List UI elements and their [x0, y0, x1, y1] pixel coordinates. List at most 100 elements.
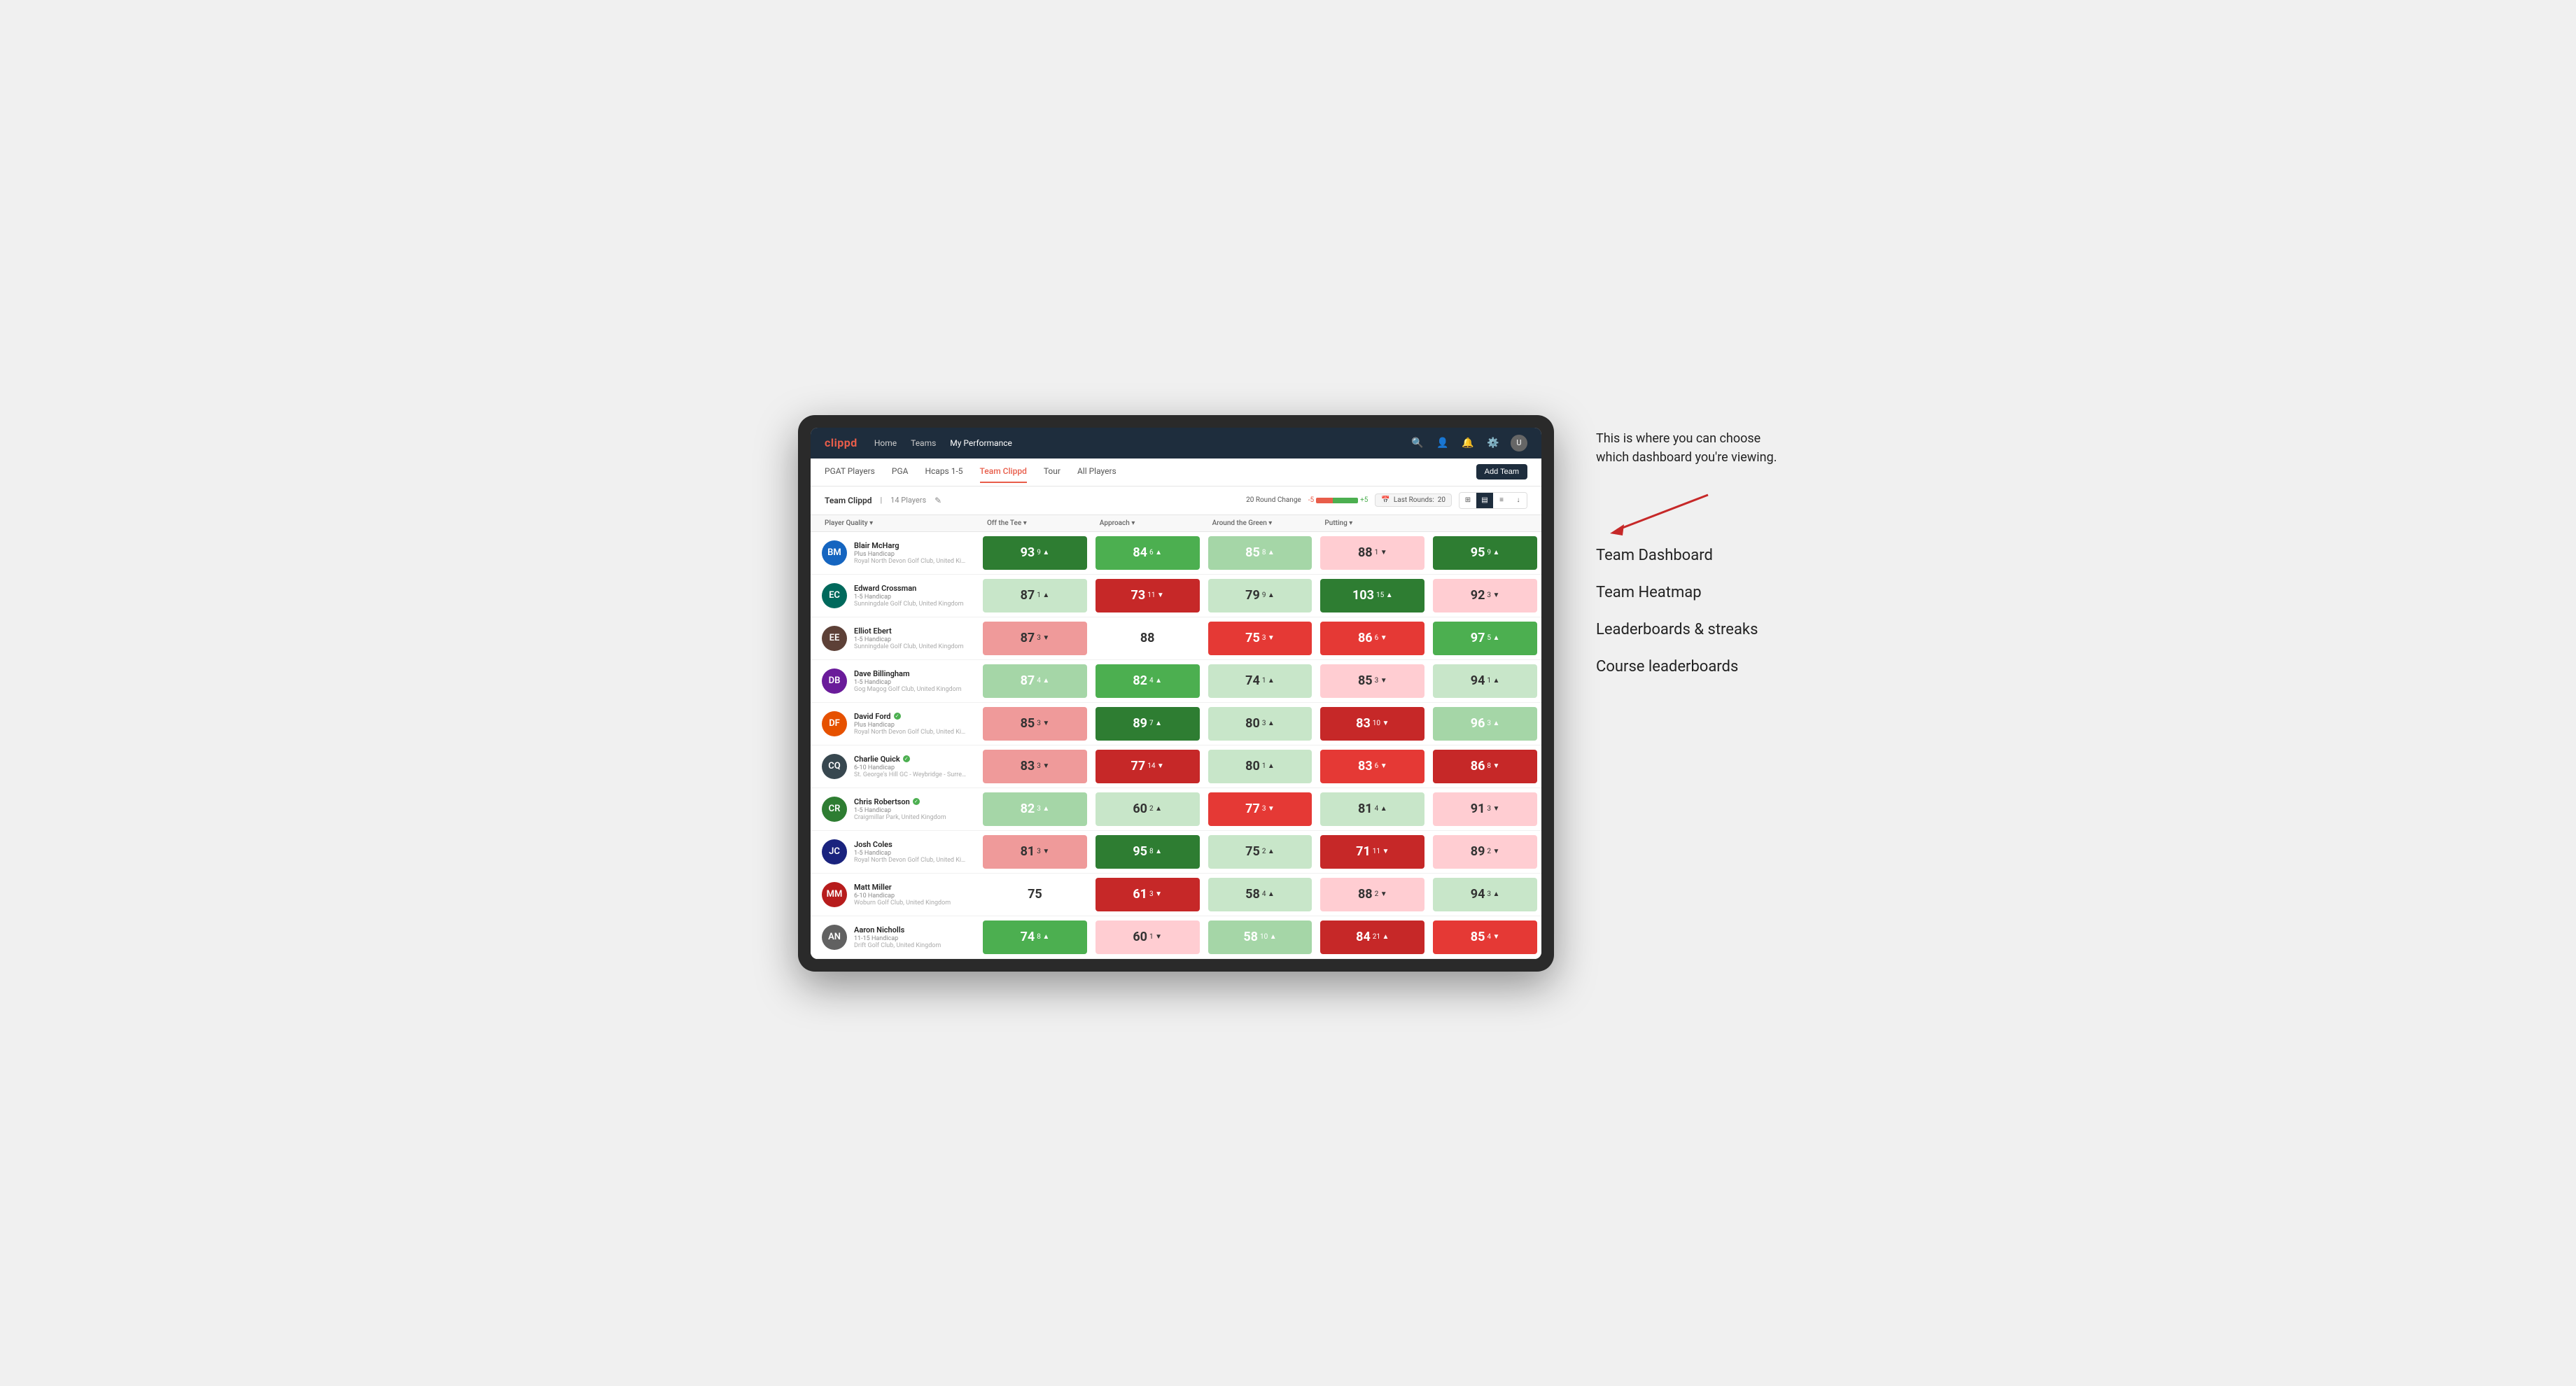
score-box[interactable]: 824 ▲ — [1096, 664, 1200, 698]
score-cell: 813 ▼ — [979, 831, 1091, 873]
score-box[interactable]: 959 ▲ — [1433, 536, 1537, 570]
player-name[interactable]: Josh Coles — [854, 840, 892, 849]
score-sub: 3 ▼ — [1037, 720, 1049, 727]
score-box[interactable]: 858 ▲ — [1208, 536, 1312, 570]
list-view-button[interactable]: ≡ — [1493, 493, 1510, 508]
score-box[interactable]: 943 ▲ — [1433, 878, 1537, 911]
score-box[interactable]: 741 ▲ — [1208, 664, 1312, 698]
score-box[interactable]: 75 — [983, 878, 1087, 911]
menu-item-0[interactable]: Team Dashboard — [1596, 547, 1778, 564]
score-box[interactable]: 897 ▲ — [1096, 707, 1200, 741]
score-box[interactable]: 773 ▼ — [1208, 792, 1312, 826]
table-row[interactable]: EEElliot Ebert1-5 HandicapSunningdale Go… — [811, 617, 1541, 660]
score-box[interactable]: 803 ▲ — [1208, 707, 1312, 741]
score-box[interactable]: 814 ▲ — [1320, 792, 1424, 826]
player-name[interactable]: Dave Billingham — [854, 669, 910, 678]
score-box[interactable]: 7311 ▼ — [1096, 579, 1200, 612]
score-box[interactable]: 939 ▲ — [983, 536, 1087, 570]
score-box[interactable]: 601 ▼ — [1096, 920, 1200, 954]
score-box[interactable]: 881 ▼ — [1320, 536, 1424, 570]
player-name[interactable]: Edward Crossman — [854, 584, 916, 593]
score-box[interactable]: 975 ▲ — [1433, 622, 1537, 655]
score-box[interactable]: 5810 ▲ — [1208, 920, 1312, 954]
edit-icon[interactable]: ✎ — [934, 496, 941, 505]
score-box[interactable]: 813 ▼ — [983, 835, 1087, 869]
score-box[interactable]: 8310 ▼ — [1320, 707, 1424, 741]
table-row[interactable]: ECEdward Crossman1-5 HandicapSunningdale… — [811, 575, 1541, 617]
tab-team-clippd[interactable]: Team Clippd — [980, 466, 1027, 483]
menu-item-2[interactable]: Leaderboards & streaks — [1596, 621, 1778, 638]
tab-tour[interactable]: Tour — [1044, 466, 1060, 483]
score-box[interactable]: 613 ▼ — [1096, 878, 1200, 911]
score-box[interactable]: 801 ▲ — [1208, 750, 1312, 783]
player-name[interactable]: Blair McHarg — [854, 541, 899, 550]
score-sub: 4 ▼ — [1487, 933, 1499, 941]
user-icon[interactable]: 👤 — [1435, 435, 1450, 451]
search-icon[interactable]: 🔍 — [1410, 435, 1425, 451]
score-box[interactable]: 833 ▼ — [983, 750, 1087, 783]
avatar[interactable]: U — [1511, 435, 1527, 451]
bell-icon[interactable]: 🔔 — [1460, 435, 1476, 451]
score-box[interactable]: 846 ▲ — [1096, 536, 1200, 570]
score-box[interactable]: 7714 ▼ — [1096, 750, 1200, 783]
score-box[interactable]: 892 ▼ — [1433, 835, 1537, 869]
table-row[interactable]: DFDavid Ford✓Plus HandicapRoyal North De… — [811, 703, 1541, 746]
player-name[interactable]: Aaron Nicholls — [854, 925, 904, 934]
score-box[interactable]: 868 ▼ — [1433, 750, 1537, 783]
score-box[interactable]: 854 ▼ — [1433, 920, 1537, 954]
score-box[interactable]: 10315 ▲ — [1320, 579, 1424, 612]
settings-icon[interactable]: ⚙️ — [1485, 435, 1501, 451]
player-name[interactable]: Charlie Quick — [854, 755, 900, 764]
score-box[interactable]: 602 ▲ — [1096, 792, 1200, 826]
score-box[interactable]: 913 ▼ — [1433, 792, 1537, 826]
score-box[interactable]: 963 ▲ — [1433, 707, 1537, 741]
score-box[interactable]: 873 ▼ — [983, 622, 1087, 655]
table-row[interactable]: BMBlair McHargPlus HandicapRoyal North D… — [811, 532, 1541, 575]
score-box[interactable]: 584 ▲ — [1208, 878, 1312, 911]
score-box[interactable]: 799 ▲ — [1208, 579, 1312, 612]
player-name[interactable]: Elliot Ebert — [854, 626, 892, 636]
menu-item-3[interactable]: Course leaderboards — [1596, 658, 1778, 676]
score-box[interactable]: 836 ▼ — [1320, 750, 1424, 783]
table-row[interactable]: DBDave Billingham1-5 HandicapGog Magog G… — [811, 660, 1541, 703]
score-box[interactable]: 748 ▲ — [983, 920, 1087, 954]
table-view-button[interactable]: ▤ — [1476, 493, 1493, 508]
score-box[interactable]: 823 ▲ — [983, 792, 1087, 826]
table-row[interactable]: CQCharlie Quick✓6-10 HandicapSt. George'… — [811, 746, 1541, 788]
score-box[interactable]: 853 ▼ — [983, 707, 1087, 741]
nav-teams[interactable]: Teams — [911, 435, 936, 451]
score-box[interactable]: 941 ▲ — [1433, 664, 1537, 698]
table-row[interactable]: MMMatt Miller6-10 HandicapWoburn Golf Cl… — [811, 874, 1541, 916]
menu-item-1[interactable]: Team Heatmap — [1596, 584, 1778, 601]
score-box[interactable]: 8421 ▲ — [1320, 920, 1424, 954]
add-team-button[interactable]: Add Team — [1476, 464, 1527, 479]
player-name[interactable]: Chris Robertson — [854, 797, 910, 806]
player-name[interactable]: David Ford — [854, 712, 891, 721]
nav-home[interactable]: Home — [874, 435, 897, 451]
score-box[interactable]: 866 ▼ — [1320, 622, 1424, 655]
score-box[interactable]: 853 ▼ — [1320, 664, 1424, 698]
score-box[interactable]: 753 ▼ — [1208, 622, 1312, 655]
tab-pgat-players[interactable]: PGAT Players — [825, 466, 875, 483]
score-cell: 7714 ▼ — [1091, 746, 1204, 788]
score-box[interactable]: 7111 ▼ — [1320, 835, 1424, 869]
score-box[interactable]: 871 ▲ — [983, 579, 1087, 612]
tab-hcaps[interactable]: Hcaps 1-5 — [925, 466, 962, 483]
table-row[interactable]: CRChris Robertson✓1-5 HandicapCraigmilla… — [811, 788, 1541, 831]
player-name[interactable]: Matt Miller — [854, 883, 892, 892]
nav-my-performance[interactable]: My Performance — [950, 435, 1012, 451]
score-box[interactable]: 88 — [1096, 622, 1200, 655]
score-box[interactable]: 882 ▼ — [1320, 878, 1424, 911]
score-box[interactable]: 752 ▲ — [1208, 835, 1312, 869]
score-box[interactable]: 874 ▲ — [983, 664, 1087, 698]
last-rounds-button[interactable]: 📅 Last Rounds: 20 — [1375, 493, 1452, 507]
grid-view-button[interactable]: ⊞ — [1460, 493, 1476, 508]
tab-all-players[interactable]: All Players — [1077, 466, 1116, 483]
tab-pga[interactable]: PGA — [892, 466, 909, 483]
download-button[interactable]: ↓ — [1510, 493, 1527, 508]
score-box[interactable]: 958 ▲ — [1096, 835, 1200, 869]
calendar-icon: 📅 — [1381, 496, 1390, 504]
table-row[interactable]: JCJosh Coles1-5 HandicapRoyal North Devo… — [811, 831, 1541, 874]
score-box[interactable]: 923 ▼ — [1433, 579, 1537, 612]
table-row[interactable]: ANAaron Nicholls11-15 HandicapDrift Golf… — [811, 916, 1541, 959]
